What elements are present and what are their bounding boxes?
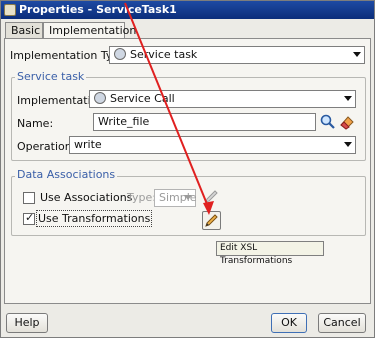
annotation-arrow [124, 2, 214, 215]
properties-dialog: Properties - ServiceTask1 Basic Implemen… [0, 0, 375, 338]
